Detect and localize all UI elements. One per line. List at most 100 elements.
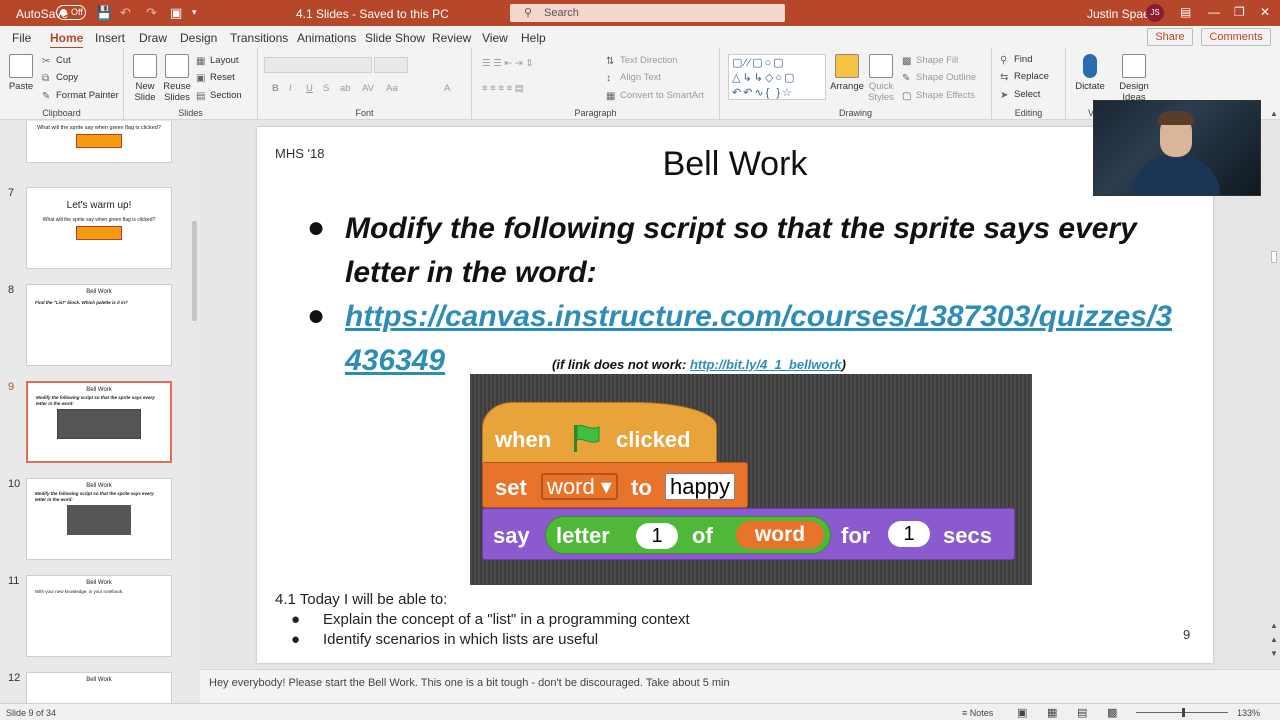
notes-text[interactable]: Hey everybody! Please start the Bell Wor… [209, 677, 730, 689]
undo-icon[interactable]: ↶ [120, 5, 131, 20]
objectives-title[interactable]: 4.1 Today I will be able to: [275, 591, 447, 608]
quick-styles-button[interactable]: Quick Styles [866, 54, 896, 103]
present-icon[interactable]: ▣ [170, 5, 182, 20]
slide-canvas[interactable]: MHS '18 Bell Work ● Modify the following… [257, 127, 1213, 663]
bold-button[interactable]: B [272, 83, 279, 94]
section-button[interactable]: ▤ Section [196, 90, 242, 102]
bullet-text-1[interactable]: Modify the following script so that the … [345, 207, 1145, 295]
objective-item[interactable]: ● Identify scenarios in which lists are u… [291, 631, 598, 648]
zoom-slider-thumb[interactable] [1182, 708, 1185, 717]
font-family-select[interactable] [264, 57, 372, 73]
italic-button[interactable]: I [289, 83, 292, 94]
shape-effects-button[interactable]: ▢ Shape Effects [902, 90, 975, 102]
scroll-down-icon[interactable]: ▲ [1270, 621, 1278, 630]
font-size-select[interactable] [374, 57, 408, 73]
tab-draw[interactable]: Draw [139, 31, 167, 45]
replace-button[interactable]: ⇆ Replace [1000, 71, 1049, 83]
slide-title[interactable]: Bell Work [257, 145, 1213, 184]
objective-item[interactable]: ● Explain the concept of a "list" in a pr… [291, 611, 690, 628]
close-icon[interactable]: ✕ [1260, 5, 1270, 19]
mini-script-image [76, 134, 122, 148]
slide-thumbnail-panel[interactable]: What will the sprite say when green flag… [0, 121, 200, 703]
arrange-button[interactable]: Arrange [830, 54, 864, 92]
new-slide-button[interactable]: New Slide [130, 54, 160, 103]
design-ideas-button[interactable]: Design Ideas [1114, 54, 1154, 103]
slide-thumbnail-10[interactable]: Bell Work Modify the following script so… [26, 478, 172, 560]
snap-script-image[interactable]: when clicked set word ▾ to happy say let… [470, 374, 1032, 585]
tab-insert[interactable]: Insert [95, 31, 125, 45]
tab-view[interactable]: View [482, 31, 508, 45]
slide-thumbnail-9[interactable]: Bell Work Modify the following script so… [26, 381, 172, 463]
reuse-slides-button[interactable]: Reuse Slides [162, 54, 192, 103]
autosave-toggle[interactable]: Off [56, 5, 86, 20]
align-text-button[interactable]: ↕ Align Text [606, 72, 661, 84]
tab-animations[interactable]: Animations [297, 31, 356, 45]
slide-sorter-icon[interactable]: ▦ [1047, 706, 1057, 719]
shape-outline-button[interactable]: ✎ Shape Outline [902, 72, 976, 84]
shape-fill-button[interactable]: ▩ Shape Fill [902, 55, 958, 67]
bullet-dot: ● [307, 211, 326, 244]
restore-icon[interactable]: ❐ [1234, 5, 1245, 19]
scroll-up-icon[interactable]: ▲ [1270, 109, 1278, 118]
shadow-button[interactable]: S [323, 83, 329, 94]
layout-button[interactable]: ▦ Layout [196, 55, 239, 67]
convert-smartart-button[interactable]: ▦ Convert to SmartArt [606, 90, 704, 102]
font-color-button[interactable]: A [444, 83, 450, 94]
avatar[interactable]: JS [1146, 4, 1164, 22]
comments-button[interactable]: Comments [1201, 28, 1271, 46]
find-button[interactable]: ⚲ Find [1000, 54, 1032, 66]
reading-view-icon[interactable]: ▤ [1077, 706, 1087, 719]
thumbnail-scrollbar[interactable] [189, 121, 200, 321]
select-button[interactable]: ➤ Select [1000, 89, 1040, 101]
tab-design[interactable]: Design [180, 31, 217, 45]
align-icons[interactable]: ≡ ≡ ≡ ≡ ▤ [482, 83, 524, 94]
search-input[interactable]: ⚲ Search [510, 4, 785, 22]
tab-file[interactable]: File [12, 31, 31, 45]
copy-button[interactable]: ⧉ Copy [42, 72, 78, 84]
document-title[interactable]: 4.1 Slides - Saved to this PC [296, 7, 449, 21]
previous-slide-icon[interactable]: ▲ [1270, 635, 1278, 644]
char-spacing-button[interactable]: AV [362, 83, 374, 94]
slideshow-view-icon[interactable]: ▩ [1107, 706, 1117, 719]
shapes-gallery[interactable]: ▢⁄⁄▢○▢ △↳↳◇○▢ ↶↶∿{ }☆ [728, 54, 826, 100]
text-direction-button[interactable]: ⇅ Text Direction [606, 55, 678, 67]
tab-slide-show[interactable]: Slide Show [365, 31, 425, 45]
next-slide-icon[interactable]: ▼ [1270, 649, 1278, 658]
notes-toggle-button[interactable]: ≡ Notes [962, 708, 993, 718]
minimize-icon[interactable]: — [1208, 5, 1220, 19]
underline-button[interactable]: U [306, 83, 313, 94]
tab-review[interactable]: Review [432, 31, 471, 45]
format-painter-button[interactable]: ✎ Format Painter [42, 90, 119, 102]
save-icon[interactable]: 💾 [96, 5, 112, 20]
redo-icon[interactable]: ↷ [146, 5, 157, 20]
slide-thumbnail-7[interactable]: Let's warm up! What will the sprite say … [26, 187, 172, 269]
share-button[interactable]: Share [1147, 28, 1193, 46]
bullets-icon[interactable]: ☰ ☰ ⇤ ⇥ ⇕ [482, 58, 533, 69]
slide-thumbnail-8[interactable]: Bell Work Find the "List" block. Which p… [26, 284, 172, 366]
dictate-button[interactable]: Dictate [1074, 54, 1106, 92]
align-text-icon: ↕ [606, 73, 611, 84]
paste-button[interactable]: Paste [6, 54, 36, 92]
editing-label: Editing [1014, 108, 1043, 118]
zoom-level[interactable]: 133% [1237, 708, 1260, 718]
tab-home[interactable]: Home [50, 31, 84, 49]
ribbon-display-icon[interactable]: ▤ [1180, 5, 1191, 19]
customize-toolbar-icon[interactable]: ▾ [192, 5, 197, 20]
change-case-button[interactable]: Aa [386, 83, 398, 94]
slide-thumbnail-12[interactable]: Bell Work [26, 672, 172, 703]
slide-scrollbar[interactable]: ▲ ▲ ▲ ▼ [1268, 109, 1280, 669]
scroll-thumb[interactable] [192, 221, 197, 321]
strikethrough-button[interactable]: ab [340, 83, 351, 94]
scroll-thumb[interactable] [1271, 251, 1277, 263]
normal-view-icon[interactable]: ▣ [1017, 706, 1027, 719]
tab-help[interactable]: Help [521, 31, 546, 45]
bitly-link[interactable]: http://bit.ly/4_1_bellwork [690, 357, 842, 372]
thumbnail-number: 9 [8, 381, 15, 393]
arrange-icon [835, 54, 859, 78]
reset-button[interactable]: ▣ Reset [196, 72, 235, 84]
speaker-notes[interactable]: Hey everybody! Please start the Bell Wor… [200, 669, 1280, 703]
cut-button[interactable]: ✂ Cut [42, 55, 71, 67]
slide-thumbnail-11[interactable]: Bell Work With your new knowledge, in yo… [26, 575, 172, 657]
slide-thumbnail-6[interactable]: What will the sprite say when green flag… [26, 121, 172, 163]
tab-transitions[interactable]: Transitions [230, 31, 288, 45]
